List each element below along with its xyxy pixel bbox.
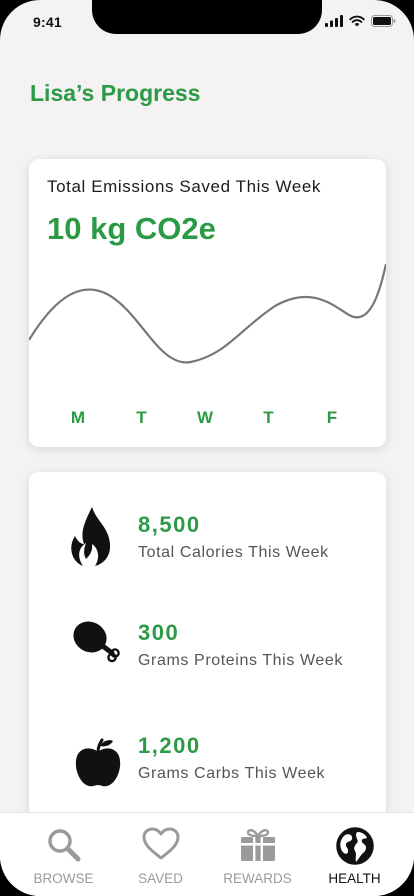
chart-x-tick-3: T: [263, 408, 274, 427]
calories-value: 8,500: [138, 512, 201, 537]
tab-saved[interactable]: SAVED: [112, 813, 209, 896]
status-time: 9:41: [33, 14, 62, 30]
heart-icon: [142, 827, 179, 860]
nutrition-card: 8,500 Total Calories This Week 300 Grams…: [29, 472, 386, 832]
carbs-label: Grams Carbs This Week: [138, 765, 326, 782]
chart-series-line: [29, 263, 386, 364]
notch: [92, 0, 322, 34]
calories-label: Total Calories This Week: [138, 544, 329, 561]
apple-icon: [75, 738, 121, 787]
chart-x-tick-2: W: [197, 408, 214, 427]
tab-health[interactable]: HEALTH: [306, 813, 403, 896]
drumstick-icon: [73, 621, 120, 663]
tab-saved-label: SAVED: [138, 871, 183, 886]
page-title: Lisa’s Progress: [30, 80, 201, 106]
status-bar: 9:41: [0, 0, 414, 44]
chart-x-tick-1: T: [136, 408, 147, 427]
gift-icon: [240, 829, 275, 861]
system-icons: [325, 15, 396, 27]
tab-health-label: HEALTH: [328, 871, 381, 886]
carbs-value: 1,200: [138, 733, 201, 758]
search-icon: [47, 829, 80, 862]
chart-x-tick-4: F: [327, 408, 337, 427]
tab-browse-label: BROWSE: [33, 871, 94, 886]
tab-bar: BROWSE SAVED REWARDS HEALTH: [0, 812, 414, 896]
chart-x-tick-0: M: [71, 408, 85, 427]
emissions-card: Total Emissions Saved This Week 10 kg CO…: [29, 159, 386, 447]
proteins-label: Grams Proteins This Week: [138, 652, 343, 669]
globe-icon: [335, 827, 374, 865]
phone-screen: 9:41 Lisa’s Progress Total Emissions Sav…: [0, 0, 414, 896]
tab-rewards-label: REWARDS: [223, 871, 292, 886]
emissions-chart: MTWTF: [29, 263, 386, 427]
chart-x-axis: MTWTF: [71, 408, 337, 427]
tab-browse[interactable]: BROWSE: [15, 813, 112, 896]
flame-icon: [71, 507, 111, 566]
wifi-icon: [349, 15, 365, 27]
emissions-title: Total Emissions Saved This Week: [47, 177, 322, 196]
battery-icon: [371, 15, 396, 27]
signal-icon: [325, 15, 343, 27]
tab-rewards[interactable]: REWARDS: [209, 813, 306, 896]
emissions-value: 10 kg CO2e: [47, 211, 216, 246]
proteins-value: 300: [138, 620, 180, 645]
